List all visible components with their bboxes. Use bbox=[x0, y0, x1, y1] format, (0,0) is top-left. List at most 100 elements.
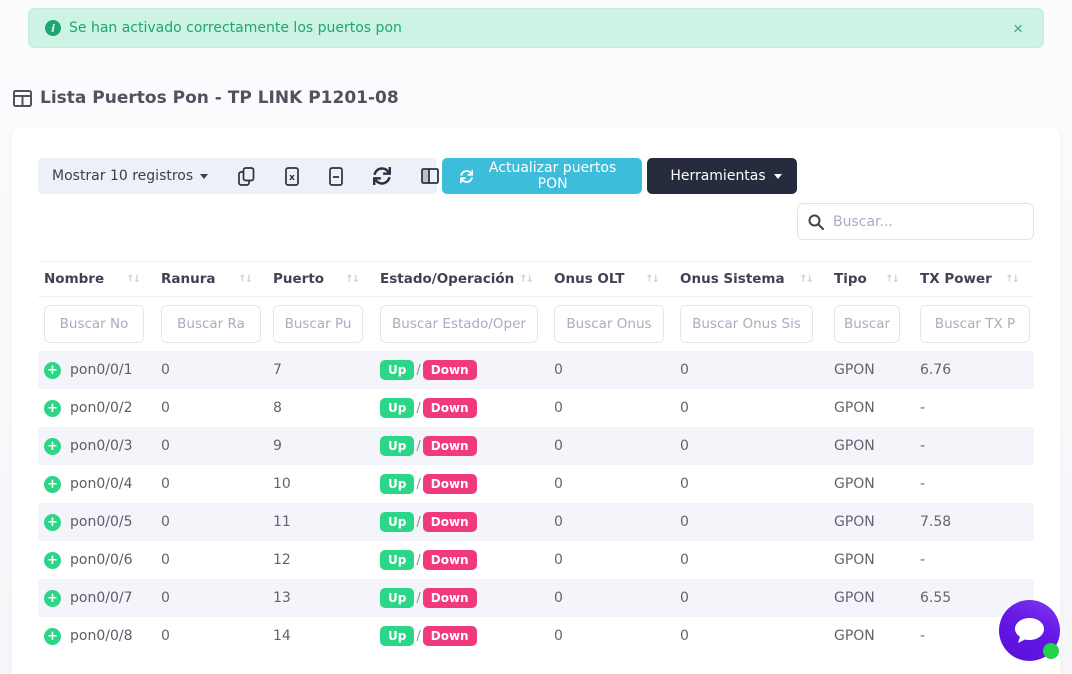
port-name: pon0/0/6 bbox=[70, 552, 132, 568]
estado-cell: Up/Down bbox=[374, 617, 548, 655]
expand-row-button[interactable]: + bbox=[44, 514, 61, 531]
filter-input-onus-sistema[interactable] bbox=[680, 305, 813, 343]
column-header-tx-power[interactable]: TX Power↑↓ bbox=[914, 262, 1034, 297]
onus-sistema-cell: 0 bbox=[674, 465, 828, 503]
header-row: Nombre↑↓Ranura↑↓Puerto↑↓Estado/Operación… bbox=[38, 262, 1034, 297]
ranura-cell: 0 bbox=[155, 427, 267, 465]
onus-sistema-cell: 0 bbox=[674, 351, 828, 389]
filter-input-onus-olt[interactable] bbox=[554, 305, 664, 343]
expand-row-button[interactable]: + bbox=[44, 362, 61, 379]
pon-ports-card: Mostrar 10 registros x bbox=[12, 128, 1060, 674]
down-badge: Down bbox=[423, 512, 477, 532]
sort-icon[interactable]: ↑↓ bbox=[345, 274, 358, 285]
columns-icon bbox=[421, 168, 439, 184]
column-header-tipo[interactable]: Tipo ↑↓ bbox=[828, 262, 914, 297]
tipo-cell: GPON bbox=[828, 503, 914, 541]
actualizar-label: Actualizar puertos PON bbox=[481, 160, 624, 192]
sort-icon[interactable]: ↑↓ bbox=[1005, 274, 1018, 285]
alert-close-button[interactable]: × bbox=[1009, 16, 1027, 41]
nombre-cell: +pon0/0/4 bbox=[38, 465, 155, 503]
sort-icon[interactable]: ↑↓ bbox=[799, 274, 812, 285]
table-row: +pon0/0/107Up/Down00GPON6.76 bbox=[38, 351, 1034, 389]
filter-input-ranura[interactable] bbox=[161, 305, 261, 343]
filter-input-estado-operacion[interactable] bbox=[380, 305, 538, 343]
estado-cell: Up/Down bbox=[374, 541, 548, 579]
file-export-button[interactable] bbox=[327, 165, 345, 188]
pon-ports-table: Nombre↑↓Ranura↑↓Puerto↑↓Estado/Operación… bbox=[38, 261, 1034, 655]
column-header-nombre[interactable]: Nombre↑↓ bbox=[38, 262, 155, 297]
column-header-ranura[interactable]: Ranura↑↓ bbox=[155, 262, 267, 297]
sort-icon[interactable]: ↑↓ bbox=[519, 274, 532, 285]
length-bar: Mostrar 10 registros x bbox=[38, 158, 437, 194]
global-search-box bbox=[797, 203, 1034, 240]
onus-olt-cell: 0 bbox=[548, 579, 674, 617]
page-title: Lista Puertos Pon - TP LINK P1201-08 bbox=[13, 88, 1072, 108]
up-badge: Up bbox=[380, 626, 414, 646]
table-row: +pon0/0/208Up/Down00GPON- bbox=[38, 389, 1034, 427]
estado-cell: Up/Down bbox=[374, 389, 548, 427]
table-row: +pon0/0/6012Up/Down00GPON- bbox=[38, 541, 1034, 579]
herramientas-dropdown[interactable]: Herramientas bbox=[647, 158, 797, 194]
port-name: pon0/0/2 bbox=[70, 400, 132, 416]
ranura-cell: 0 bbox=[155, 389, 267, 427]
search-input[interactable] bbox=[833, 214, 1023, 230]
onus-olt-cell: 0 bbox=[548, 503, 674, 541]
slash-separator: / bbox=[416, 401, 420, 416]
sort-icon[interactable]: ↑↓ bbox=[238, 274, 251, 285]
up-badge: Up bbox=[380, 512, 414, 532]
slash-separator: / bbox=[416, 477, 420, 492]
header-label: Onus OLT bbox=[554, 271, 625, 287]
slash-separator: / bbox=[416, 629, 420, 644]
filter-input-tx-power[interactable] bbox=[920, 305, 1030, 343]
search-icon bbox=[808, 214, 824, 230]
copy-button[interactable] bbox=[236, 165, 257, 188]
expand-row-button[interactable]: + bbox=[44, 476, 61, 493]
column-header-puerto[interactable]: Puerto↑↓ bbox=[267, 262, 374, 297]
down-badge: Down bbox=[423, 588, 477, 608]
column-header-onus-olt[interactable]: Onus OLT ↑↓ bbox=[548, 262, 674, 297]
alert-message: Se han activado correctamente los puerto… bbox=[69, 20, 402, 36]
filter-cell-tipo bbox=[828, 297, 914, 352]
puerto-cell: 9 bbox=[267, 427, 374, 465]
onus-olt-cell: 0 bbox=[548, 617, 674, 655]
puerto-cell: 14 bbox=[267, 617, 374, 655]
filter-input-puerto[interactable] bbox=[273, 305, 363, 343]
expand-row-button[interactable]: + bbox=[44, 438, 61, 455]
refresh-icon bbox=[373, 167, 391, 185]
column-header-onus-sistema[interactable]: Onus Sistema↑↓ bbox=[674, 262, 828, 297]
column-header-estado-operacion[interactable]: Estado/Operación↑↓ bbox=[374, 262, 548, 297]
filter-cell-puerto bbox=[267, 297, 374, 352]
onus-olt-cell: 0 bbox=[548, 351, 674, 389]
expand-row-button[interactable]: + bbox=[44, 400, 61, 417]
expand-row-button[interactable]: + bbox=[44, 628, 61, 645]
expand-row-button[interactable]: + bbox=[44, 590, 61, 607]
port-name: pon0/0/1 bbox=[70, 362, 132, 378]
onus-sistema-cell: 0 bbox=[674, 503, 828, 541]
port-name: pon0/0/3 bbox=[70, 438, 132, 454]
tx-power-cell: - bbox=[914, 465, 1034, 503]
excel-export-button[interactable]: x bbox=[283, 165, 301, 188]
slash-separator: / bbox=[416, 439, 420, 454]
herramientas-label: Herramientas bbox=[670, 168, 765, 184]
expand-row-button[interactable]: + bbox=[44, 552, 61, 569]
chat-widget-button[interactable] bbox=[999, 600, 1060, 661]
onus-sistema-cell: 0 bbox=[674, 541, 828, 579]
sort-icon[interactable]: ↑↓ bbox=[645, 274, 658, 285]
filter-input-tipo[interactable] bbox=[834, 305, 900, 343]
filter-input-nombre[interactable] bbox=[44, 305, 144, 343]
tipo-cell: GPON bbox=[828, 465, 914, 503]
sort-icon[interactable]: ↑↓ bbox=[885, 274, 898, 285]
actualizar-puertos-button[interactable]: Actualizar puertos PON bbox=[442, 158, 642, 194]
onus-olt-cell: 0 bbox=[548, 465, 674, 503]
header-label: Tipo bbox=[834, 271, 867, 287]
tipo-cell: GPON bbox=[828, 579, 914, 617]
onus-olt-cell: 0 bbox=[548, 389, 674, 427]
nombre-cell: +pon0/0/5 bbox=[38, 503, 155, 541]
length-menu-dropdown[interactable]: Mostrar 10 registros bbox=[52, 168, 208, 184]
chat-bubble-icon bbox=[1014, 617, 1045, 645]
ranura-cell: 0 bbox=[155, 541, 267, 579]
refresh-table-button[interactable] bbox=[371, 165, 393, 187]
search-row bbox=[38, 203, 1034, 240]
tipo-cell: GPON bbox=[828, 617, 914, 655]
sort-icon[interactable]: ↑↓ bbox=[126, 274, 139, 285]
